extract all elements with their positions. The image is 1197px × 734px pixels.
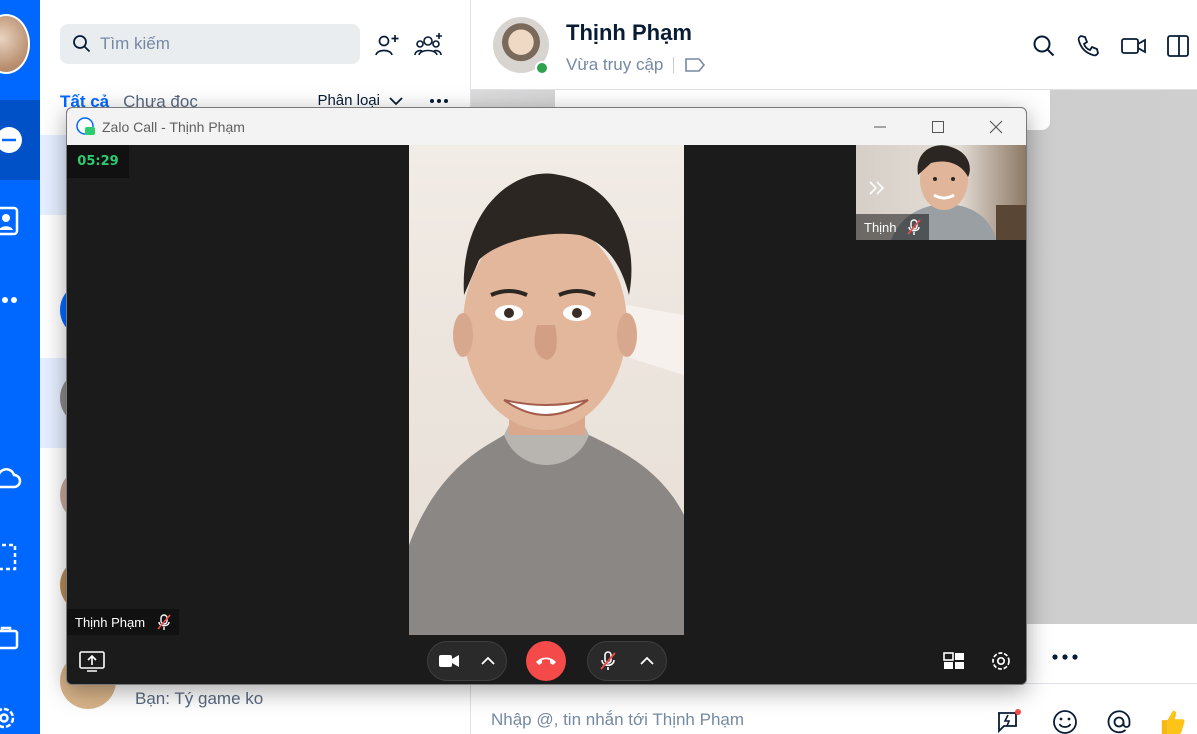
emoji-button[interactable] — [1051, 708, 1079, 734]
chat-nav-item[interactable] — [0, 100, 40, 180]
settings-nav-item[interactable] — [0, 678, 40, 734]
maximize-icon — [932, 120, 944, 133]
mic-muted-icon — [906, 219, 921, 235]
divider — [673, 57, 675, 73]
create-group-button[interactable] — [414, 30, 444, 60]
create-group-icon — [414, 33, 442, 56]
more-dots-icon — [2, 297, 17, 303]
contact-status: Vừa truy cập — [566, 55, 706, 75]
cloud-icon — [0, 468, 22, 489]
chat-icon — [0, 127, 22, 153]
hang-up-icon — [536, 657, 556, 665]
search-icon — [73, 35, 91, 53]
remote-video — [409, 145, 684, 635]
sidebar-panel-icon — [1167, 35, 1189, 57]
search-input[interactable]: Tìm kiếm — [60, 24, 360, 64]
video-camera-icon — [1121, 38, 1146, 54]
call-window-title: Zalo Call - Thịnh Phạm — [102, 118, 245, 135]
search-button[interactable] — [1031, 33, 1057, 59]
mic-muted-icon — [157, 614, 171, 630]
message-composer[interactable]: Nhập @, tin nhắn tới Thịnh Phạm — [471, 684, 1197, 734]
like-button[interactable] — [1159, 708, 1187, 734]
collapse-preview-button[interactable] — [868, 181, 886, 200]
cloud-nav-item[interactable] — [0, 438, 40, 518]
call-timer: 05:29 — [67, 145, 129, 178]
gear-icon — [992, 652, 1010, 670]
contacts-nav-item[interactable] — [0, 180, 40, 260]
user-avatar[interactable] — [0, 14, 30, 74]
composer-placeholder: Nhập @, tin nhắn tới Thịnh Phạm — [491, 710, 745, 729]
search-placeholder: Tìm kiếm — [100, 34, 170, 53]
video-call-button[interactable] — [1121, 33, 1147, 59]
double-chevron-right-icon — [869, 181, 885, 195]
contact-name[interactable]: Thịnh Phạm — [566, 20, 692, 46]
chevron-up-icon[interactable] — [639, 655, 655, 667]
remote-person-image — [409, 173, 684, 635]
call-controls — [67, 635, 1026, 684]
camera-control-group — [427, 641, 507, 681]
close-icon — [989, 120, 1003, 133]
self-label: Thịnh — [856, 214, 929, 240]
toggle-info-panel-button[interactable] — [1165, 33, 1191, 59]
toolbox-icon — [0, 626, 19, 650]
share-screen-icon — [79, 651, 105, 672]
more-dots-icon — [1052, 654, 1078, 660]
chevron-up-icon[interactable] — [480, 655, 496, 667]
remote-label: Thịnh Phạm — [67, 609, 180, 635]
mic-control-group — [587, 641, 667, 681]
navigation-rail — [0, 0, 40, 734]
add-friend-icon — [375, 35, 399, 56]
zalo-call-logo-icon — [76, 116, 96, 137]
more-tools-button[interactable] — [1051, 642, 1079, 668]
layout-grid-icon — [943, 652, 964, 669]
self-name: Thịnh — [864, 219, 897, 235]
screenshot-icon — [0, 543, 17, 571]
mic-muted-icon[interactable] — [599, 651, 616, 671]
close-button[interactable] — [967, 108, 1025, 145]
at-sign-icon — [1107, 710, 1131, 734]
contacts-icon — [0, 206, 19, 236]
voice-call-button[interactable] — [1075, 33, 1101, 59]
video-camera-icon[interactable] — [438, 653, 460, 669]
minimize-button[interactable] — [851, 108, 909, 145]
search-icon — [1033, 35, 1055, 57]
call-settings-button[interactable] — [988, 648, 1014, 674]
emoji-icon — [1053, 710, 1077, 734]
maximize-button[interactable] — [909, 108, 967, 145]
lightning-chat-icon — [998, 709, 1021, 734]
tag-icon[interactable] — [684, 57, 706, 73]
last-message-preview: Bạn: Tý game ko — [135, 689, 264, 708]
more-nav-item[interactable] — [0, 260, 40, 340]
remote-name: Thịnh Phạm — [75, 614, 146, 630]
layout-button[interactable] — [941, 648, 967, 674]
phone-icon — [1077, 35, 1099, 57]
video-call-window[interactable]: Zalo Call - Thịnh Phạm 05:29 Thịnh Thịnh… — [66, 107, 1027, 685]
toolbox-nav-item[interactable] — [0, 598, 40, 678]
chat-header: Thịnh Phạm Vừa truy cập — [471, 0, 1197, 90]
share-screen-button[interactable] — [79, 648, 105, 674]
thumbs-up-icon — [1161, 710, 1185, 734]
minimize-icon — [874, 126, 886, 127]
last-seen-text: Vừa truy cập — [566, 55, 664, 74]
settings-icon — [0, 707, 15, 729]
quick-message-button[interactable] — [995, 708, 1023, 734]
end-call-button[interactable] — [526, 641, 566, 681]
add-friend-button[interactable] — [372, 30, 402, 60]
mention-button[interactable] — [1105, 708, 1133, 734]
self-video-preview[interactable]: Thịnh — [856, 145, 1026, 240]
online-indicator — [535, 61, 549, 75]
screenshot-nav-item[interactable] — [0, 518, 40, 598]
call-titlebar[interactable]: Zalo Call - Thịnh Phạm — [67, 108, 1026, 145]
